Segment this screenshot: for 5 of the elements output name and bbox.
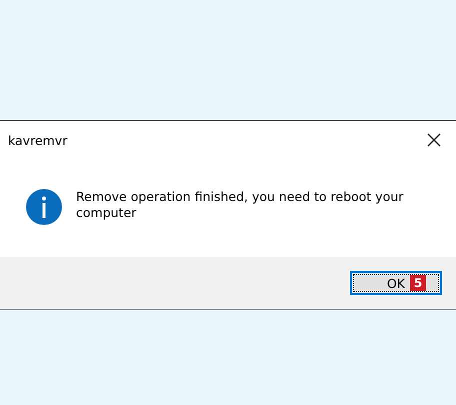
message-text: Remove operation finished, you need to reboot your computer	[76, 189, 404, 221]
step-badge: 5	[410, 275, 426, 291]
window-title: kavremvr	[8, 132, 68, 148]
close-icon	[427, 133, 441, 147]
info-icon	[26, 189, 62, 225]
